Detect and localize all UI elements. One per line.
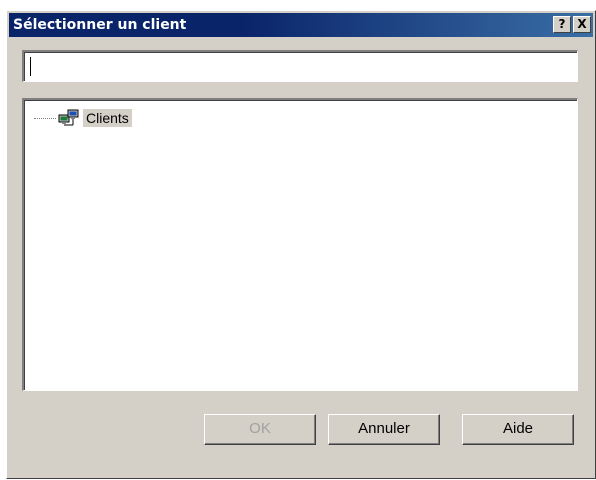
- close-button[interactable]: X: [573, 16, 591, 33]
- tree-item-label: Clients: [83, 109, 132, 127]
- tree-item-clients[interactable]: Clients: [34, 108, 132, 128]
- help-title-button[interactable]: ?: [553, 16, 571, 33]
- cancel-button[interactable]: Annuler: [328, 414, 440, 445]
- tree-connector-line: [34, 117, 56, 119]
- network-computers-icon: [58, 109, 79, 126]
- text-caret: [30, 57, 31, 76]
- search-input[interactable]: [22, 50, 578, 82]
- help-button[interactable]: Aide: [462, 414, 574, 445]
- title-bar[interactable]: Sélectionner un client ? X: [9, 13, 593, 37]
- window-title: Sélectionner un client: [13, 17, 187, 33]
- ok-button[interactable]: OK: [204, 414, 316, 445]
- client-tree[interactable]: Clients: [22, 98, 578, 391]
